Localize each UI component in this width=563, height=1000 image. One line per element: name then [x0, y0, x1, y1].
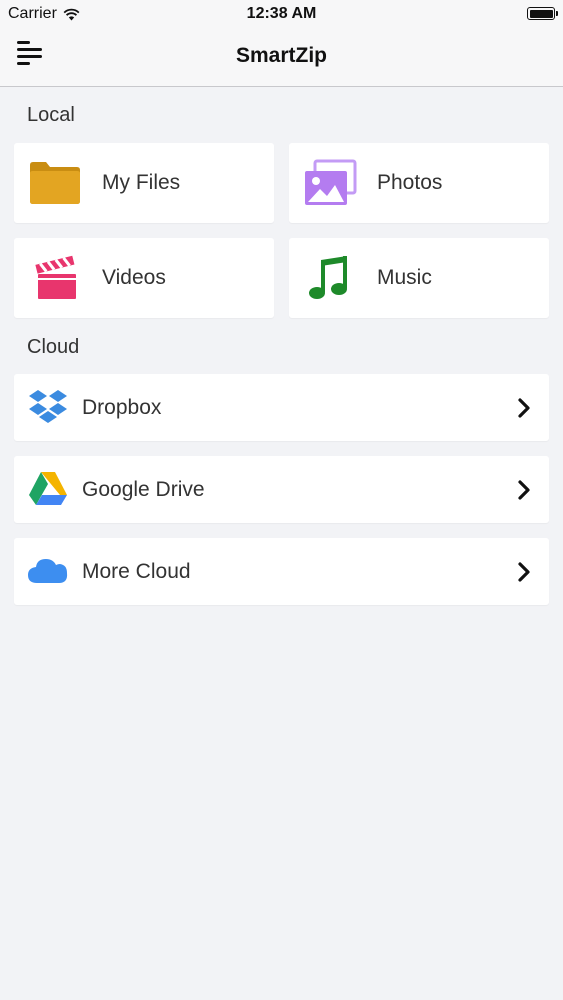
- clock: 12:38 AM: [246, 5, 317, 22]
- cloud-icon: [28, 559, 68, 583]
- dropbox-icon: [29, 390, 67, 423]
- chevron-right-icon: [518, 480, 530, 500]
- list-item-dropbox[interactable]: Dropbox: [14, 374, 549, 441]
- tile-videos[interactable]: Videos: [14, 238, 274, 318]
- chevron-right-icon: [518, 398, 530, 418]
- battery-icon: [527, 7, 558, 20]
- list-item-label-more-cloud: More Cloud: [82, 560, 191, 583]
- clapperboard-icon: [35, 255, 76, 299]
- status-bar: Carrier 12:38 AM: [0, 0, 563, 30]
- google-drive-icon: [29, 472, 67, 505]
- tile-music[interactable]: Music: [289, 238, 549, 318]
- tile-label-my-files: My Files: [102, 171, 181, 194]
- tile-photos[interactable]: Photos: [289, 143, 549, 223]
- music-note-icon: [309, 256, 347, 299]
- tile-label-photos: Photos: [377, 171, 443, 194]
- section-label-local: Local: [27, 104, 75, 126]
- tile-label-music: Music: [377, 266, 432, 289]
- list-item-google-drive[interactable]: Google Drive: [14, 456, 549, 523]
- list-item-label-google-drive: Google Drive: [82, 478, 205, 501]
- tile-label-videos: Videos: [102, 266, 166, 289]
- list-item-more-cloud[interactable]: More Cloud: [14, 538, 549, 605]
- section-label-cloud: Cloud: [27, 336, 80, 358]
- navigation-bar: SmartZip: [0, 30, 563, 87]
- chevron-right-icon: [518, 562, 530, 582]
- tile-my-files[interactable]: My Files: [14, 143, 274, 223]
- list-item-label-dropbox: Dropbox: [82, 396, 162, 419]
- photos-icon: [305, 159, 357, 205]
- folder-icon: [30, 162, 80, 204]
- page-title: SmartZip: [235, 44, 327, 67]
